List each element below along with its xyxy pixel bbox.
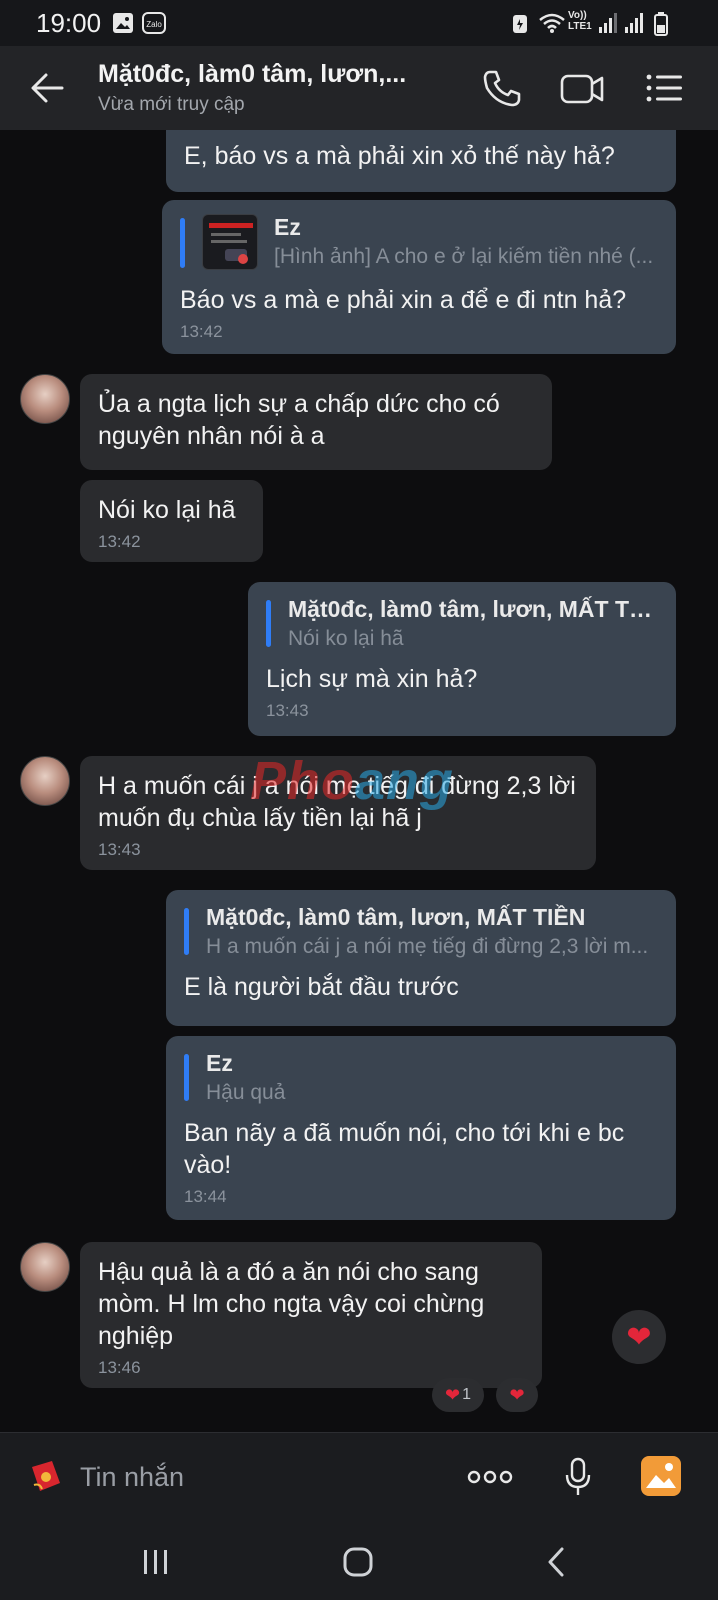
message-text: E, báo vs a mà phải xin xỏ thế này hả? [184, 142, 615, 170]
chat-title[interactable]: Mặt0đc, làm0 tâm, lươn,... [98, 60, 438, 89]
heart-icon: ❤ [509, 1384, 525, 1405]
signal-icon [599, 13, 617, 33]
reply-quote[interactable]: Ez Hậu quả [184, 1050, 658, 1105]
chat-header: Mặt0đc, làm0 tâm, lươn,... Vừa mới truy … [0, 46, 718, 130]
battery-saver-icon [513, 15, 527, 33]
quote-text: [Hình ảnh] A cho e ở lại kiếm tiền nhé (… [274, 245, 654, 268]
heart-icon[interactable]: ❤ [612, 1310, 666, 1364]
reaction-count: 1 [462, 1386, 471, 1403]
watermark-part1: Pho [250, 751, 355, 811]
chat-status: Vừa mới truy cập [98, 94, 245, 115]
recent-apps-icon[interactable] [136, 1544, 176, 1580]
sticker-icon[interactable] [26, 1457, 64, 1495]
heart-icon: ❤ [445, 1384, 461, 1405]
quote-sender-name: Mặt0đc, làm0 tâm, lươn, MẤT TIỀN [288, 596, 658, 622]
home-icon[interactable] [338, 1544, 378, 1580]
svg-text:Zalo: Zalo [146, 20, 162, 29]
avatar[interactable] [20, 374, 70, 424]
heart-glyph: ❤ [626, 1320, 652, 1354]
quote-text: H a muốn cái j a nói mẹ tiếg đi đừng 2,3… [206, 935, 649, 958]
more-dots-icon[interactable] [466, 1457, 514, 1497]
message-time: 13:43 [266, 701, 309, 720]
message-text: Báo vs a mà e phải xin a để e đi ntn hả? [180, 286, 627, 314]
zalo-icon: Zalo [142, 12, 166, 34]
reaction-badge[interactable]: ❤ [496, 1378, 538, 1412]
quoted-image-thumbnail [202, 214, 258, 270]
message-list[interactable]: E, báo vs a mà phải xin xỏ thế này hả? E… [0, 130, 718, 1432]
message-text: Hậu quả là a đó a ăn nói cho sang mòm. H… [98, 1258, 485, 1350]
message-text: E là người bắt đầu trước [184, 973, 459, 1001]
status-bar: 19:00 Zalo Vo)) LTE1 [0, 0, 718, 46]
quote-sender-name: Ez [274, 214, 301, 240]
volte-icon: Vo)) LTE1 [568, 10, 592, 32]
message-bubble-incoming[interactable]: Hậu quả là a đó a ăn nói cho sang mòm. H… [80, 1242, 542, 1388]
message-time: 13:42 [180, 322, 223, 341]
message-bubble-outgoing[interactable]: E, báo vs a mà phải xin xỏ thế này hả? [166, 130, 676, 192]
message-text: Ban nãy a đã muốn nói, cho tới khi e bc … [184, 1119, 625, 1179]
watermark: Phoang [250, 750, 454, 812]
avatar[interactable] [20, 1242, 70, 1292]
gallery-icon [113, 13, 133, 33]
image-icon[interactable] [640, 1455, 682, 1497]
message-bubble-outgoing[interactable]: Ez [Hình ảnh] A cho e ở lại kiếm tiền nh… [162, 200, 676, 354]
video-call-icon[interactable] [558, 66, 606, 110]
quote-sender-name: Mặt0đc, làm0 tâm, lươn, MẤT TIỀN [206, 904, 586, 930]
message-input-bar [0, 1432, 718, 1522]
system-nav-bar [0, 1522, 718, 1600]
message-bubble-incoming[interactable]: Nói ko lại hã 13:42 [80, 480, 263, 562]
message-time: 13:44 [184, 1187, 227, 1206]
avatar[interactable] [20, 756, 70, 806]
message-time: 13:42 [98, 532, 141, 551]
reply-quote[interactable]: Ez [Hình ảnh] A cho e ở lại kiếm tiền nh… [180, 214, 658, 272]
message-text: Lịch sự mà xin hả? [266, 665, 478, 693]
message-bubble-outgoing[interactable]: Mặt0đc, làm0 tâm, lươn, MẤT TIỀN H a muố… [166, 890, 676, 1026]
quote-sender-name: Ez [206, 1050, 233, 1076]
signal-icon [625, 13, 643, 33]
message-text: Ủa a ngta lịch sự a chấp dức cho có nguy… [98, 390, 500, 450]
watermark-part2: ang [355, 751, 455, 811]
message-time: 13:46 [98, 1358, 141, 1377]
microphone-icon[interactable] [564, 1457, 592, 1497]
quote-text: Nói ko lại hã [288, 627, 404, 650]
reaction-badge[interactable]: ❤ 1 [432, 1378, 484, 1412]
message-input[interactable] [80, 1453, 440, 1501]
phone-icon[interactable] [478, 66, 526, 110]
back-arrow-icon[interactable] [28, 70, 68, 106]
back-icon[interactable] [538, 1544, 578, 1580]
wifi-icon [539, 13, 565, 33]
message-bubble-outgoing[interactable]: Mặt0đc, làm0 tâm, lươn, MẤT TIỀN Nói ko … [248, 582, 676, 736]
quote-text: Hậu quả [206, 1081, 286, 1104]
message-bubble-outgoing[interactable]: Ez Hậu quả Ban nãy a đã muốn nói, cho tớ… [166, 1036, 676, 1220]
message-bubble-incoming[interactable]: Ủa a ngta lịch sự a chấp dức cho có nguy… [80, 374, 552, 470]
message-text: Nói ko lại hã [98, 496, 236, 524]
menu-list-icon[interactable] [640, 66, 688, 110]
reply-quote[interactable]: Mặt0đc, làm0 tâm, lươn, MẤT TIỀN Nói ko … [266, 596, 658, 651]
message-time: 13:43 [98, 840, 141, 859]
status-time: 19:00 [36, 8, 102, 38]
battery-icon [654, 12, 668, 36]
reply-quote[interactable]: Mặt0đc, làm0 tâm, lươn, MẤT TIỀN H a muố… [184, 904, 658, 959]
